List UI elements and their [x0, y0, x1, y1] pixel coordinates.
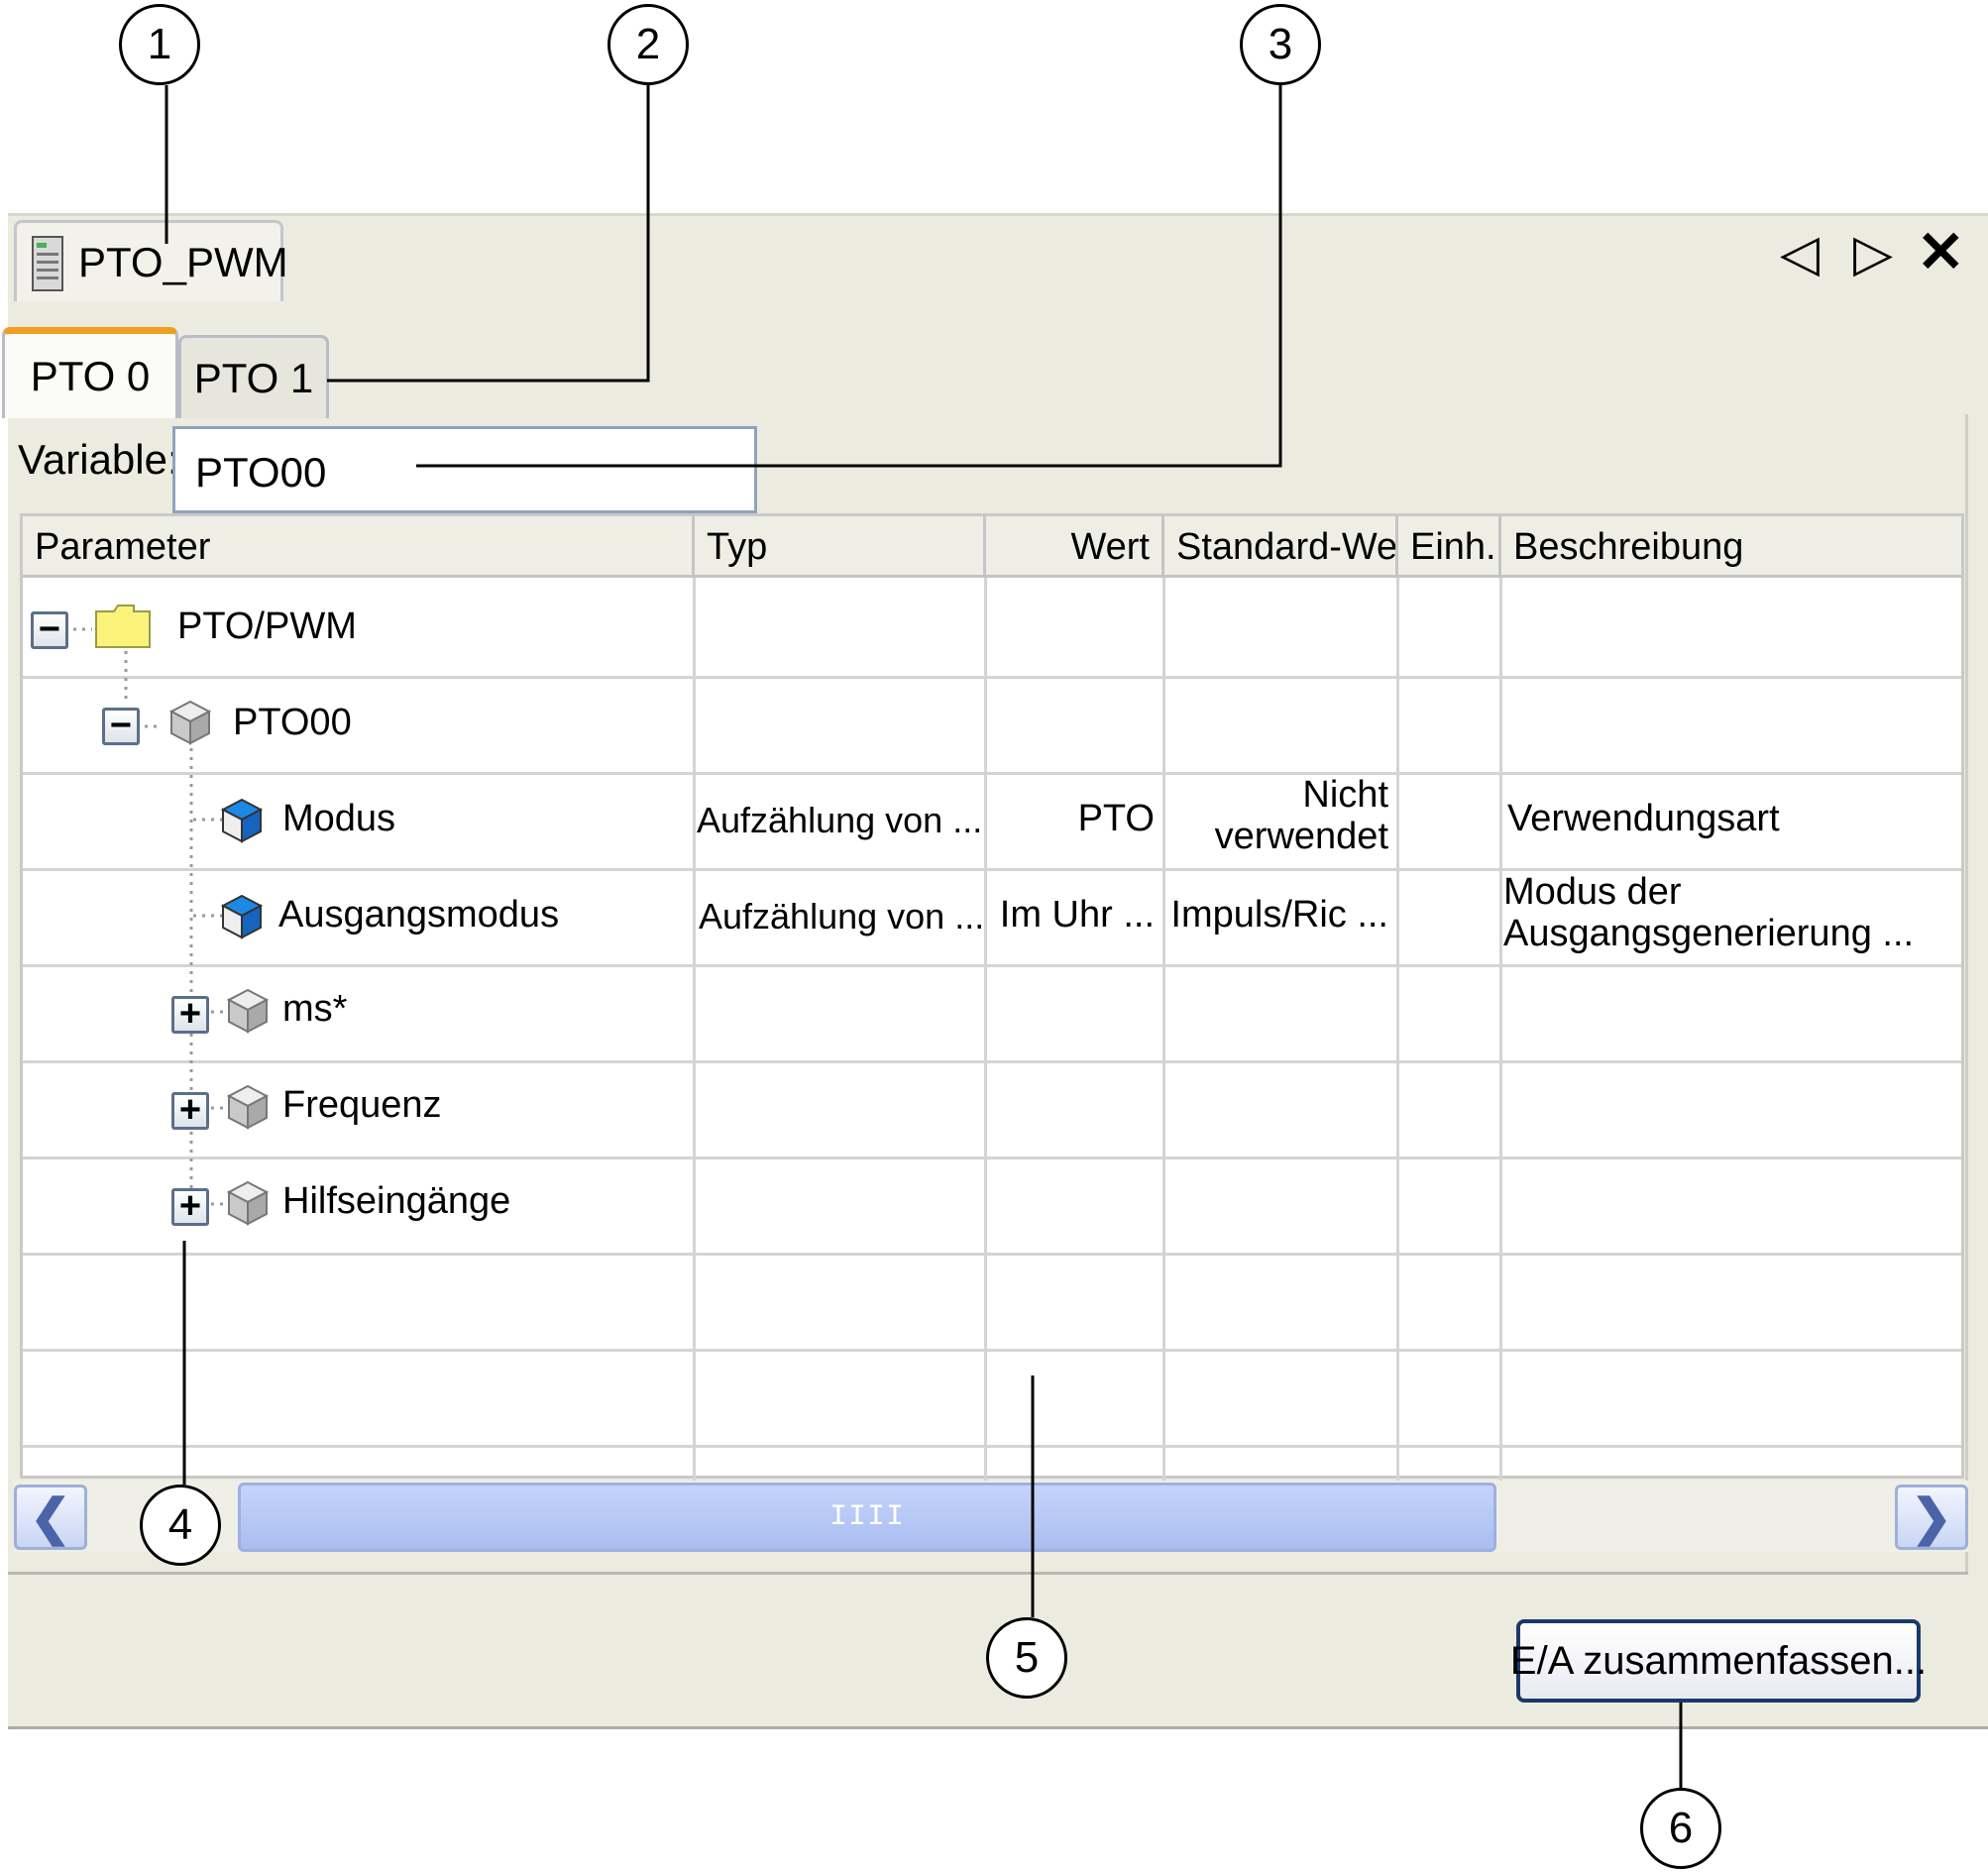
callout-3: 3	[1240, 4, 1321, 85]
callout-1: 1	[119, 4, 200, 85]
callout-2: 2	[607, 4, 689, 85]
callout-4: 4	[140, 1485, 221, 1566]
callout-leader-lines	[165, 85, 1683, 1788]
callout-5: 5	[986, 1617, 1067, 1699]
callout-6: 6	[1640, 1788, 1721, 1869]
